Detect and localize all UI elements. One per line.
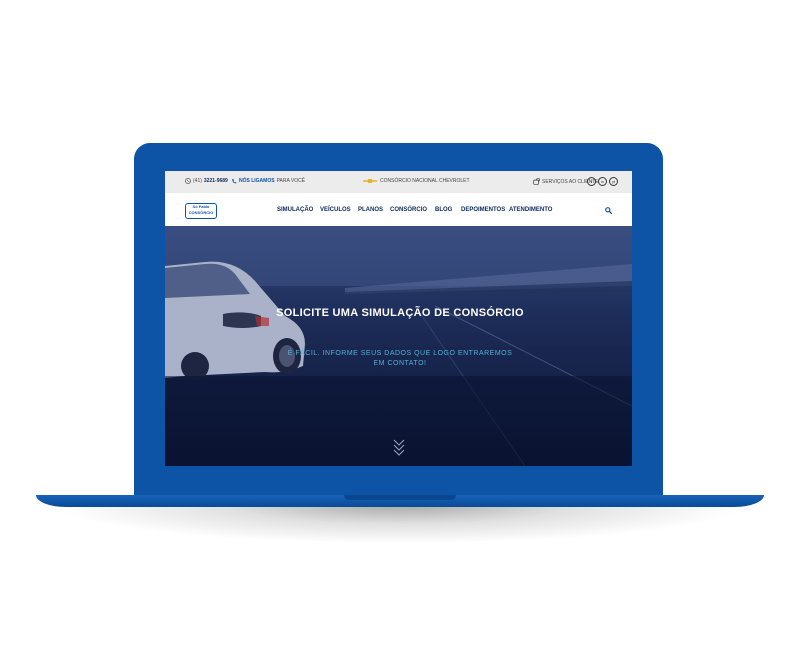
hero-title: SOLICITE UMA SIMULAÇÃO DE CONSÓRCIO [276, 307, 524, 319]
top-bar: (41) 3221-9689 NÓS LIGAMOS PARA VOCÊ CON… [165, 171, 632, 193]
callback-link[interactable]: NÓS LIGAMOS PARA VOCÊ [231, 178, 305, 184]
chevrolet-logo-icon [363, 179, 377, 183]
scroll-down-icon[interactable] [393, 438, 405, 458]
nav-item-consorcio[interactable]: CONSÓRCIO [390, 207, 427, 213]
nav-item-simulacao[interactable]: SIMULAÇÃO [277, 207, 313, 213]
callback-rest: PARA VOCÊ [276, 178, 306, 184]
search-icon[interactable] [605, 207, 612, 214]
laptop-notch [344, 495, 456, 500]
hero-banner: SOLICITE UMA SIMULAÇÃO DE CONSÓRCIO É FÁ… [165, 226, 632, 466]
phone-number: 3221-9689 [203, 178, 228, 184]
social-links: f in yt [587, 177, 618, 186]
linkedin-icon[interactable]: in [598, 177, 607, 186]
nav-item-atendimento[interactable]: ATENDIMENTO [509, 207, 552, 213]
phone-prefix: (41) [193, 178, 202, 184]
customer-service-icon [533, 178, 540, 185]
facebook-icon[interactable]: f [587, 177, 596, 186]
logo-line2: CONSÓRCIO [188, 210, 214, 215]
site-logo[interactable]: Só Fabio CONSÓRCIO [185, 203, 217, 219]
chevrolet-brand: CONSÓRCIO NACIONAL CHEVROLET [363, 178, 470, 184]
nav-item-planos[interactable]: PLANOS [358, 207, 383, 213]
phone-icon [185, 178, 191, 184]
car-on-road-image [165, 226, 632, 466]
nav-item-depoimentos[interactable]: DEPOIMENTOS [461, 207, 505, 213]
hero-subtitle: É FÁCIL. INFORME SEUS DADOS QUE LOGO ENT… [287, 350, 513, 367]
laptop-screen: (41) 3221-9689 NÓS LIGAMOS PARA VOCÊ CON… [165, 171, 632, 466]
nav-item-veiculos[interactable]: VEÍCULOS [320, 207, 351, 213]
laptop-shadow [50, 504, 750, 544]
callback-icon [232, 178, 237, 184]
nav-item-blog[interactable]: BLOG [435, 207, 452, 213]
brand-text: CONSÓRCIO NACIONAL CHEVROLET [380, 178, 470, 184]
main-navbar: Só Fabio CONSÓRCIO SIMULAÇÃO VEÍCULOS PL… [165, 193, 632, 226]
phone-contact[interactable]: (41) 3221-9689 [185, 178, 228, 184]
youtube-icon[interactable]: yt [609, 177, 618, 186]
callback-bold: NÓS LIGAMOS [239, 178, 275, 184]
